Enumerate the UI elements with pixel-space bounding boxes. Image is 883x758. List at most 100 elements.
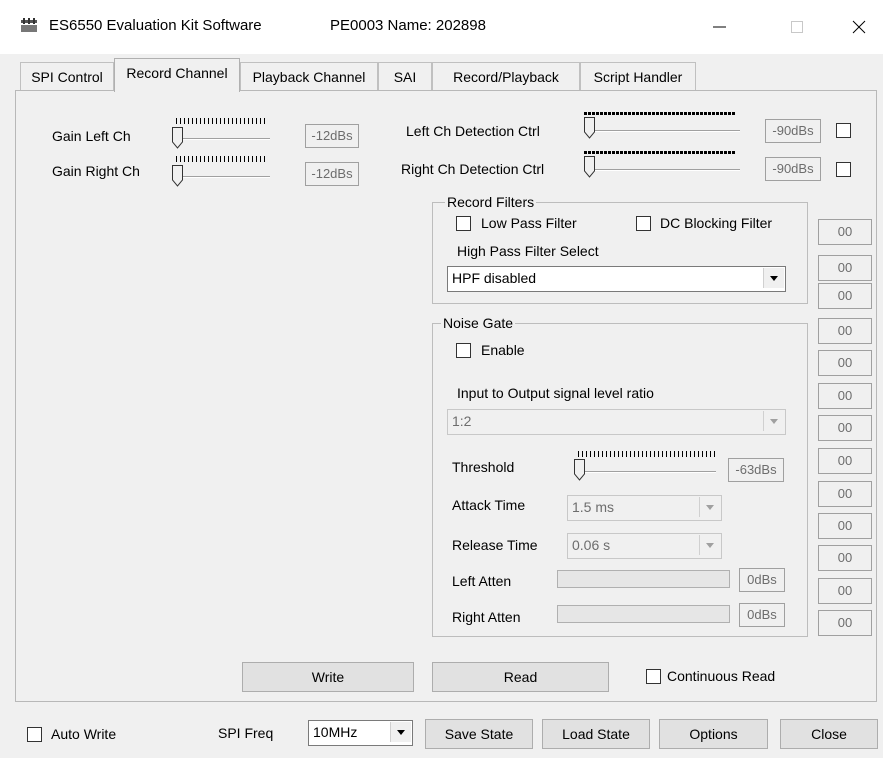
threshold-value: -63dBs (728, 458, 784, 482)
ratio-value: 1:2 (452, 413, 472, 429)
gain-left-thumb[interactable] (172, 127, 183, 149)
left-detection-slider[interactable] (590, 130, 740, 132)
threshold-ticks (578, 451, 716, 457)
right-atten-meter (557, 605, 730, 623)
right-atten-label: Right Atten (452, 609, 521, 625)
left-atten-value: 0dBs (739, 568, 785, 592)
app-window: ES6550 Evaluation Kit Software PE0003 Na… (0, 0, 883, 758)
right-detection-label: Right Ch Detection Ctrl (401, 161, 545, 177)
register-value-box: 00 (818, 383, 872, 409)
left-atten-label: Left Atten (452, 573, 512, 589)
gain-left-value: -12dBs (305, 124, 359, 148)
maximize-icon (791, 21, 803, 33)
auto-write-label: Auto Write (51, 726, 117, 742)
chevron-down-icon[interactable] (390, 722, 411, 742)
release-time-label: Release Time (452, 537, 538, 553)
dc-blocking-filter-label: DC Blocking Filter (660, 215, 773, 231)
register-value-box: 00 (818, 545, 872, 571)
register-value-box: 00 (818, 415, 872, 441)
record-filters-legend: Record Filters (445, 194, 537, 210)
dc-blocking-filter-checkbox[interactable] (636, 216, 651, 231)
noise-gate-legend: Noise Gate (441, 315, 516, 331)
threshold-slider[interactable] (580, 471, 716, 473)
load-state-button[interactable]: Load State (542, 719, 650, 749)
gain-right-label: Gain Right Ch (52, 163, 140, 179)
tab-record-channel[interactable]: Record Channel (114, 58, 240, 92)
gain-right-slider[interactable] (176, 176, 270, 178)
low-pass-filter-checkbox[interactable] (456, 216, 471, 231)
close-icon (852, 20, 866, 34)
gain-right-thumb[interactable] (172, 165, 183, 187)
continuous-read-checkbox[interactable] (646, 669, 661, 684)
tab-record-playback[interactable]: Record/Playback (432, 62, 580, 91)
register-value-box: 00 (818, 481, 872, 507)
tab-playback-channel[interactable]: Playback Channel (240, 62, 378, 91)
left-atten-meter (557, 570, 730, 588)
release-time-value: 0.06 s (572, 537, 611, 553)
window-subtitle: PE0003 Name: 202898 (330, 17, 486, 34)
right-detection-checkbox[interactable] (836, 162, 851, 177)
register-value-box: 00 (818, 448, 872, 474)
read-button[interactable]: Read (432, 662, 609, 692)
gain-left-label: Gain Left Ch (52, 128, 131, 144)
hpf-select-dropdown[interactable]: HPF disabled (447, 266, 786, 292)
noise-gate-enable-label: Enable (481, 342, 525, 358)
gain-right-value: -12dBs (305, 162, 359, 186)
register-value-box: 00 (818, 283, 872, 309)
gain-left-ticks (176, 118, 268, 124)
tab-spi-control[interactable]: SPI Control (20, 62, 114, 91)
right-detection-thumb[interactable] (584, 156, 595, 178)
write-button[interactable]: Write (242, 662, 414, 692)
save-state-button[interactable]: Save State (425, 719, 533, 749)
release-time-dropdown[interactable]: 0.06 s (567, 533, 722, 559)
spi-freq-label: SPI Freq (218, 725, 274, 741)
register-value-box: 00 (818, 350, 872, 376)
left-detection-checkbox[interactable] (836, 123, 851, 138)
hpf-select-value: HPF disabled (452, 270, 537, 286)
options-button[interactable]: Options (659, 719, 768, 749)
ratio-label: Input to Output signal level ratio (457, 385, 654, 401)
minimize-icon (713, 26, 726, 28)
right-detection-value: -90dBs (765, 157, 821, 181)
right-detection-ticks (584, 151, 736, 154)
tab-sai[interactable]: SAI (378, 62, 432, 91)
left-detection-value: -90dBs (765, 119, 821, 143)
register-value-box: 00 (818, 578, 872, 604)
threshold-thumb[interactable] (574, 459, 585, 481)
hpf-select-label: High Pass Filter Select (457, 243, 599, 259)
right-atten-value: 0dBs (739, 603, 785, 627)
chevron-down-icon[interactable] (699, 497, 720, 517)
register-value-box: 00 (818, 513, 872, 539)
app-icon (21, 18, 37, 32)
gain-right-ticks (176, 156, 268, 162)
ratio-dropdown[interactable]: 1:2 (447, 409, 786, 435)
chevron-down-icon[interactable] (699, 535, 720, 555)
auto-write-checkbox[interactable] (27, 727, 42, 742)
register-value-box: 00 (818, 219, 872, 245)
window-title: ES6550 Evaluation Kit Software (49, 17, 262, 34)
chevron-down-icon[interactable] (763, 411, 784, 431)
attack-time-label: Attack Time (452, 497, 526, 513)
chevron-down-icon[interactable] (763, 268, 784, 288)
register-value-box: 00 (818, 318, 872, 344)
title-bar: ES6550 Evaluation Kit Software PE0003 Na… (0, 0, 883, 54)
noise-gate-enable-checkbox[interactable] (456, 343, 471, 358)
register-value-box: 00 (818, 255, 872, 281)
left-detection-thumb[interactable] (584, 117, 595, 139)
maximize-button[interactable] (774, 8, 820, 44)
close-button[interactable]: Close (780, 719, 878, 749)
spi-freq-value: 10MHz (313, 724, 358, 740)
close-window-button[interactable] (836, 8, 882, 44)
threshold-label: Threshold (452, 459, 515, 475)
register-value-box: 00 (818, 610, 872, 636)
right-detection-slider[interactable] (590, 169, 740, 171)
spi-freq-dropdown[interactable]: 10MHz (308, 720, 413, 746)
gain-left-slider[interactable] (176, 138, 270, 140)
attack-time-value: 1.5 ms (572, 499, 615, 515)
attack-time-dropdown[interactable]: 1.5 ms (567, 495, 722, 521)
low-pass-filter-label: Low Pass Filter (481, 215, 577, 231)
continuous-read-label: Continuous Read (667, 668, 776, 684)
minimize-button[interactable] (696, 8, 742, 44)
left-detection-ticks (584, 112, 736, 115)
tab-script-handler[interactable]: Script Handler (580, 62, 696, 91)
